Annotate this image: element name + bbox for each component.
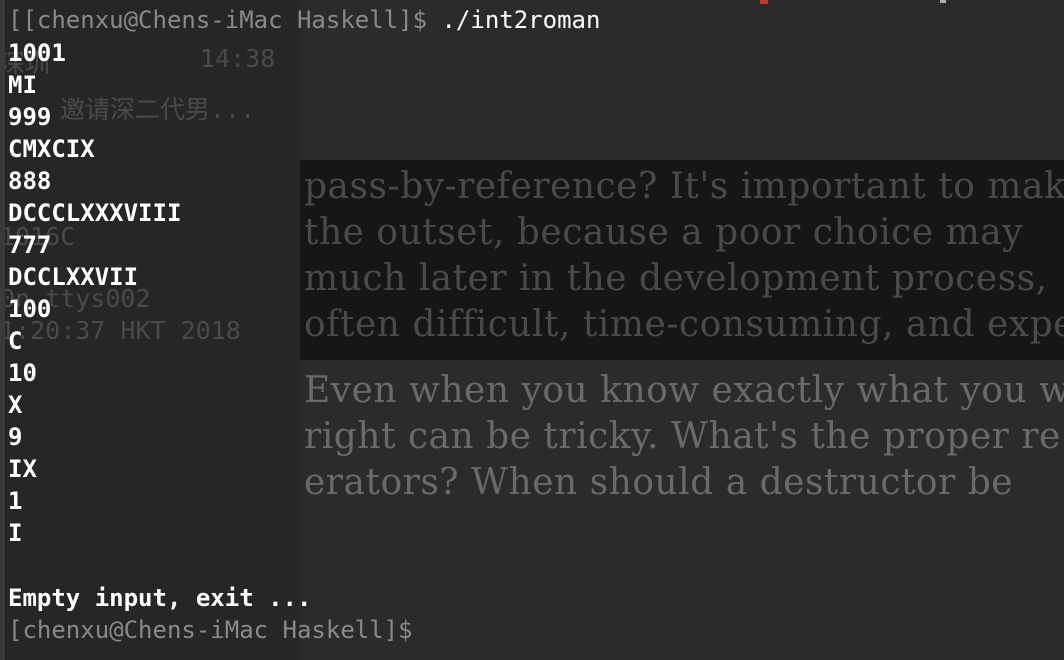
command-text: ./int2roman — [427, 6, 601, 34]
output-line: I — [8, 519, 23, 547]
output-line: DCCLXXVII — [8, 263, 139, 291]
output-line: MI — [8, 71, 37, 99]
output-line: 777 — [8, 231, 52, 259]
shell-prompt: [chenxu@Chens-iMac Haskell]$ — [8, 616, 413, 644]
output-line: 100 — [8, 295, 52, 323]
output-line: C — [8, 327, 23, 355]
output-line: DCCCLXXXVIII — [8, 199, 182, 227]
output-line: 1001 — [8, 39, 66, 67]
exit-message: Empty input, exit ... — [8, 584, 312, 612]
output-line: X — [8, 391, 23, 419]
output-line: 1 — [8, 487, 23, 515]
output-line: 888 — [8, 167, 52, 195]
shell-prompt: [[chenxu@Chens-iMac Haskell]$ — [8, 6, 428, 34]
output-line: 10 — [8, 359, 37, 387]
output-line: IX — [8, 455, 37, 483]
command-line: [[chenxu@Chens-iMac Haskell]$ ./int2roma… — [8, 4, 600, 36]
output-line: 9 — [8, 423, 23, 451]
terminal-window[interactable]: [[chenxu@Chens-iMac Haskell]$ ./int2roma… — [0, 0, 1064, 660]
output-line: CMXCIX — [8, 135, 95, 163]
output-line: 999 — [8, 103, 52, 131]
final-prompt-line[interactable]: [chenxu@Chens-iMac Haskell]$ — [8, 614, 413, 646]
